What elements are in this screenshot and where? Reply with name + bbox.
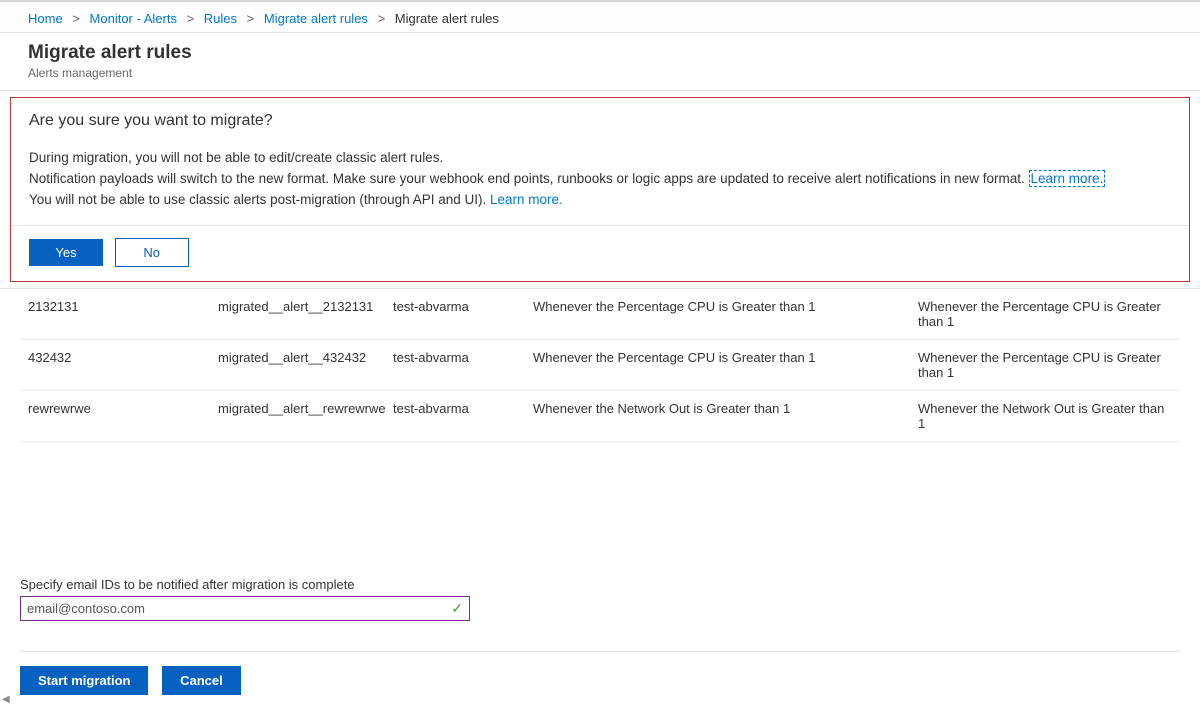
rules-table: 2132131 migrated__alert__2132131 test-ab…: [0, 288, 1200, 442]
breadcrumb-monitor-alerts[interactable]: Monitor - Alerts: [90, 11, 177, 26]
page-subtitle: Alerts management: [28, 66, 1172, 80]
start-migration-button[interactable]: Start migration: [20, 666, 148, 695]
table-row[interactable]: 432432 migrated__alert__432432 test-abva…: [20, 340, 1180, 391]
cell-resource: test-abvarma: [393, 350, 533, 380]
confirm-line3: You will not be able to use classic aler…: [29, 190, 1171, 211]
confirm-title: Are you sure you want to migrate?: [29, 112, 1171, 130]
cancel-button[interactable]: Cancel: [162, 666, 241, 695]
bottom-panel: Specify email IDs to be notified after m…: [0, 577, 1200, 695]
confirm-line1: During migration, you will not be able t…: [29, 148, 1171, 169]
yes-button[interactable]: Yes: [29, 239, 103, 266]
cell-condition: Whenever the Network Out is Greater than…: [533, 401, 918, 431]
cell-resource: test-abvarma: [393, 299, 533, 329]
email-label: Specify email IDs to be notified after m…: [20, 577, 1180, 592]
breadcrumb-separator: >: [187, 11, 195, 26]
cell-condition-dup: Whenever the Network Out is Greater than…: [918, 401, 1172, 431]
breadcrumb-rules[interactable]: Rules: [204, 11, 237, 26]
check-icon: ✓: [451, 600, 463, 617]
scroll-left-icon[interactable]: ◀: [2, 694, 10, 705]
bottom-actions: Start migration Cancel: [20, 651, 1180, 695]
cell-resource: test-abvarma: [393, 401, 533, 431]
breadcrumb-separator: >: [247, 11, 255, 26]
table-row[interactable]: rewrewrwe migrated__alert__rewrewrwe tes…: [20, 391, 1180, 442]
cell-name: 432432: [28, 350, 218, 380]
page-title: Migrate alert rules: [28, 42, 1172, 64]
breadcrumb-migrate-alert-rules[interactable]: Migrate alert rules: [264, 11, 368, 26]
cell-migrated-name: migrated__alert__rewrewrwe: [218, 401, 393, 431]
table-row[interactable]: 2132131 migrated__alert__2132131 test-ab…: [20, 289, 1180, 340]
cell-condition: Whenever the Percentage CPU is Greater t…: [533, 299, 918, 329]
breadcrumb-separator: >: [378, 11, 386, 26]
no-button[interactable]: No: [115, 238, 189, 267]
breadcrumb-separator: >: [72, 11, 80, 26]
cell-condition-dup: Whenever the Percentage CPU is Greater t…: [918, 350, 1172, 380]
confirm-line2: Notification payloads will switch to the…: [29, 169, 1171, 190]
page-header: Migrate alert rules Alerts management: [0, 33, 1200, 91]
cell-condition: Whenever the Percentage CPU is Greater t…: [533, 350, 918, 380]
email-input[interactable]: [27, 601, 451, 616]
cell-name: rewrewrwe: [28, 401, 218, 431]
confirm-line3-text: You will not be able to use classic aler…: [29, 192, 490, 207]
confirm-body: During migration, you will not be able t…: [29, 148, 1171, 211]
learn-more-link-payloads[interactable]: Learn more.: [1029, 170, 1106, 187]
learn-more-link-classic[interactable]: Learn more.: [490, 192, 563, 207]
cell-condition-dup: Whenever the Percentage CPU is Greater t…: [918, 299, 1172, 329]
breadcrumb-home[interactable]: Home: [28, 11, 63, 26]
breadcrumb-current: Migrate alert rules: [395, 11, 499, 26]
confirm-line2-text: Notification payloads will switch to the…: [29, 171, 1029, 186]
cell-migrated-name: migrated__alert__2132131: [218, 299, 393, 329]
breadcrumb: Home > Monitor - Alerts > Rules > Migrat…: [0, 0, 1200, 33]
email-input-wrap[interactable]: ✓: [20, 596, 470, 621]
cell-name: 2132131: [28, 299, 218, 329]
cell-migrated-name: migrated__alert__432432: [218, 350, 393, 380]
confirm-actions: Yes No: [11, 225, 1189, 281]
confirm-dialog: Are you sure you want to migrate? During…: [10, 97, 1190, 282]
